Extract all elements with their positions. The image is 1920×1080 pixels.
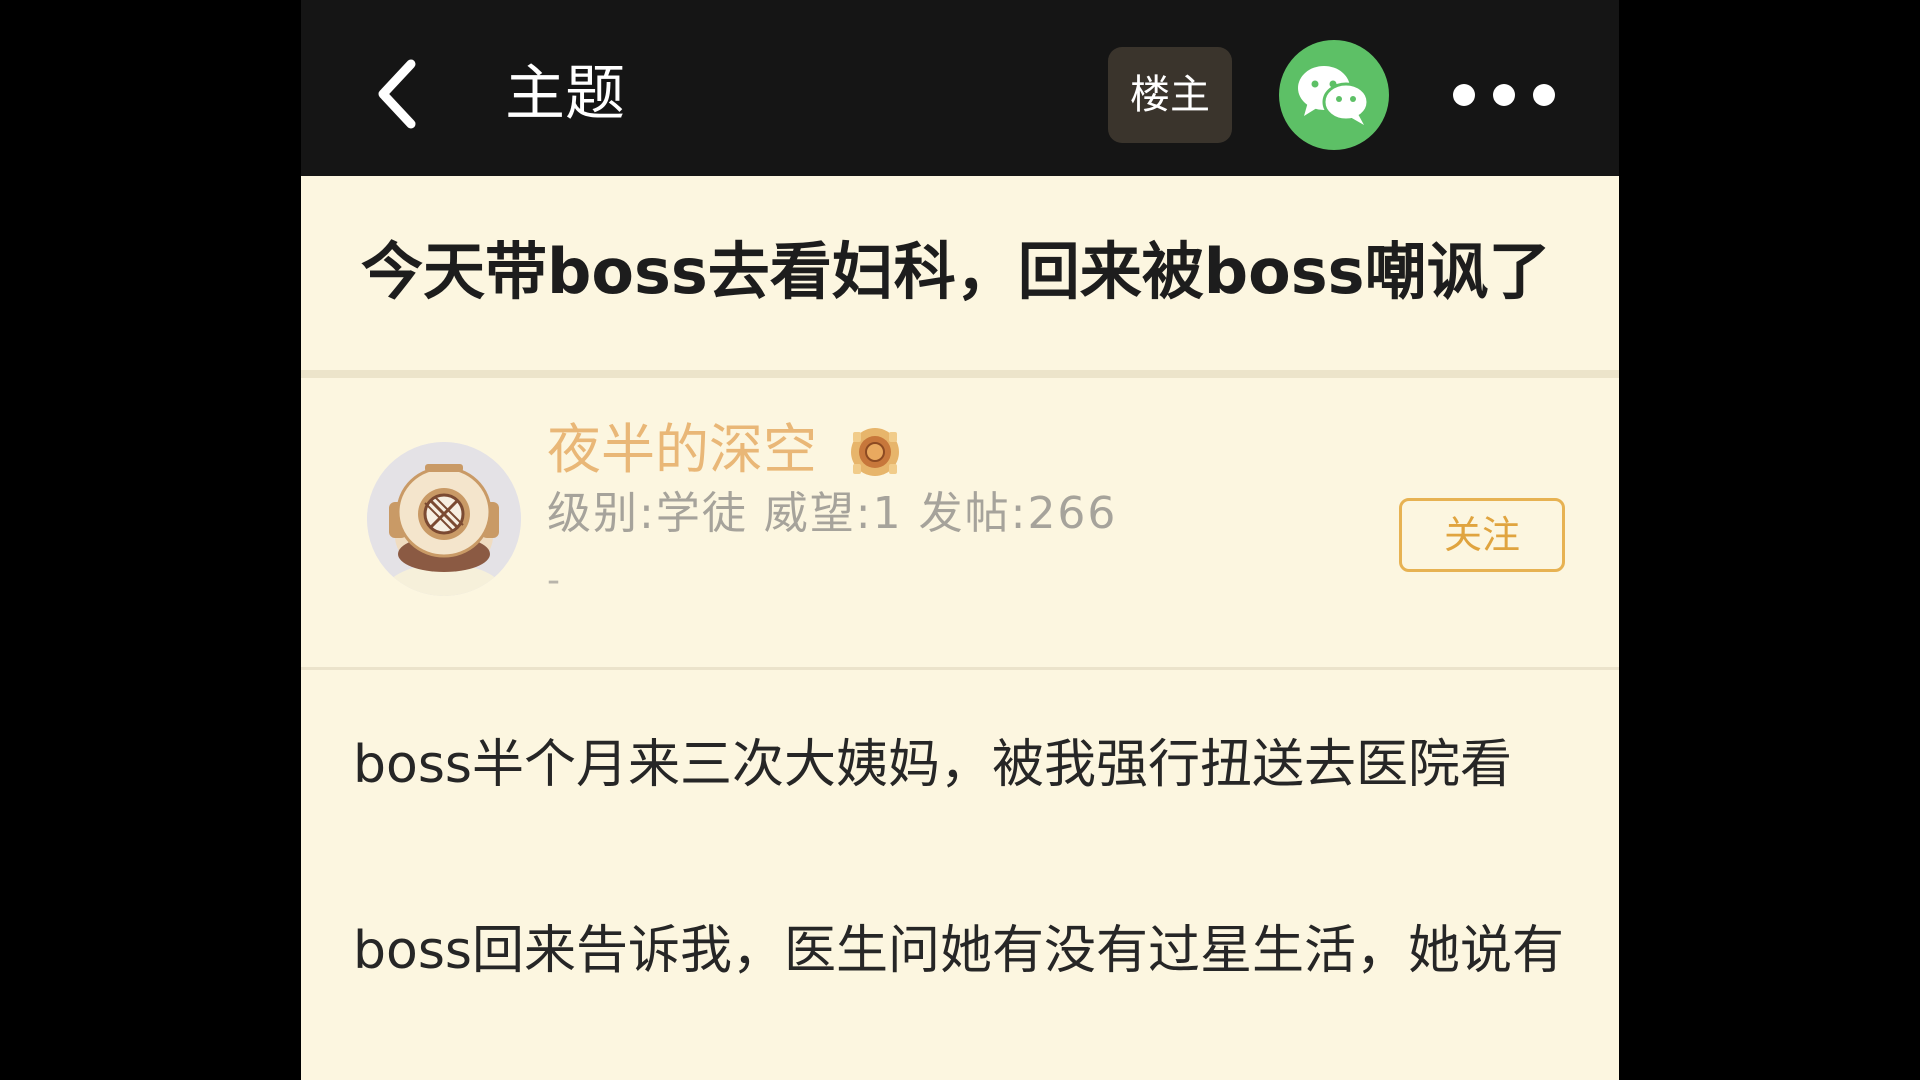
- post-paragraph: boss半个月来三次大姨妈，被我强行扭送去医院看: [353, 735, 1513, 795]
- wechat-share-button[interactable]: [1279, 40, 1389, 150]
- top-bar: 主题 楼主: [301, 0, 1619, 176]
- more-dots-icon: [1493, 84, 1515, 106]
- page-title: 主题: [505, 59, 625, 129]
- more-options-button[interactable]: [1449, 72, 1559, 118]
- app-screen: 主题 楼主 今天带boss去看妇科，回来被boss嘲讽了 夜半的深空 级别:学徒…: [301, 0, 1619, 1080]
- chevron-left-icon: [378, 59, 416, 129]
- back-button[interactable]: [361, 50, 441, 138]
- author-avatar[interactable]: [367, 442, 521, 596]
- wechat-icon: [1298, 66, 1370, 125]
- author-name[interactable]: 夜半的深空: [547, 418, 817, 482]
- diving-helmet-avatar: [367, 442, 521, 596]
- post-paragraph: boss回来告诉我，医生问她有没有过星生活，她说有: [353, 921, 1565, 981]
- more-dots-icon: [1533, 84, 1555, 106]
- post-body: boss半个月来三次大姨妈，被我强行扭送去医院看 boss回来告诉我，医生问她有…: [353, 718, 1573, 1080]
- follow-button[interactable]: 关注: [1399, 498, 1565, 572]
- post-title: 今天带boss去看妇科，回来被boss嘲讽了: [361, 235, 1551, 308]
- medal-icon: [851, 428, 899, 476]
- author-signature: -: [547, 560, 560, 601]
- op-only-button[interactable]: 楼主: [1108, 47, 1232, 143]
- author-meta: 级别:学徒 威望:1 发帖:266: [547, 488, 1118, 539]
- divider: [301, 667, 1619, 670]
- divider: [301, 370, 1619, 378]
- more-dots-icon: [1453, 84, 1475, 106]
